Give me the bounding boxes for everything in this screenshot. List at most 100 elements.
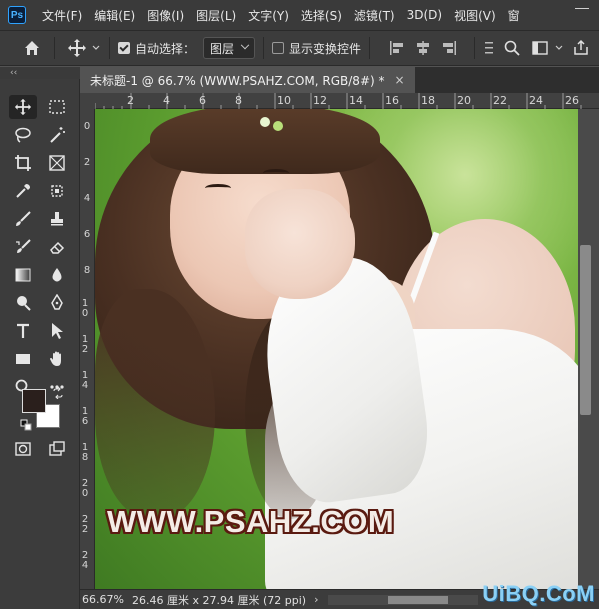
- vertical-ruler[interactable]: 0 2 4 6 8 1 0 1 2 1 4 1 6 1 8 2 0 2 2 2 …: [80, 109, 95, 589]
- horizontal-scrollbar-thumb[interactable]: [388, 595, 449, 604]
- brush-tool-icon[interactable]: [9, 207, 37, 231]
- eyedropper-tool-icon[interactable]: [9, 179, 37, 203]
- magic-wand-tool-icon[interactable]: [43, 123, 71, 147]
- menu-window[interactable]: 窗: [502, 7, 526, 24]
- search-icon[interactable]: [503, 39, 521, 57]
- path-select-tool-icon[interactable]: [43, 319, 71, 343]
- menu-3d[interactable]: 3D(D): [401, 8, 448, 22]
- separator: [263, 37, 265, 59]
- home-button[interactable]: [18, 35, 46, 61]
- align-right-icon[interactable]: [440, 39, 458, 57]
- hand-tool-icon[interactable]: [43, 347, 71, 371]
- align-controls: [388, 39, 466, 57]
- ruler-label: 0: [83, 121, 91, 132]
- dodge-tool-icon[interactable]: [9, 291, 37, 315]
- ruler-label: 2 0: [81, 478, 89, 499]
- ruler-label: 1 4: [81, 370, 89, 391]
- menu-select[interactable]: 选择(S): [295, 7, 348, 24]
- document-size: 26.46 厘米 x 27.94 厘米 (72 ppi): [132, 593, 307, 607]
- move-icon: [68, 39, 86, 57]
- ruler-label: 1 8: [81, 442, 89, 463]
- auto-select-checkbox[interactable]: [118, 42, 130, 54]
- menu-file[interactable]: 文件(F): [36, 7, 88, 24]
- vertical-scrollbar-thumb[interactable]: [580, 245, 591, 415]
- canvas-watermark-text: WWW.PSAHZ.COM: [107, 504, 395, 539]
- separator: [54, 37, 55, 59]
- horizontal-scrollbar[interactable]: [328, 594, 479, 605]
- photoshop-logo-icon: Ps: [8, 6, 26, 24]
- ruler-label: 20: [457, 94, 471, 107]
- ruler-label: 18: [421, 94, 435, 107]
- foreground-color-swatch[interactable]: [22, 389, 46, 413]
- ruler-label: 16: [385, 94, 399, 107]
- ruler-label: 6: [83, 229, 91, 240]
- screen-mode-icon[interactable]: [43, 437, 71, 461]
- menu-edit[interactable]: 编辑(E): [88, 7, 141, 24]
- show-transform-checkbox[interactable]: [272, 42, 285, 54]
- minimize-icon[interactable]: [575, 8, 589, 9]
- ruler-label: 2: [83, 157, 91, 168]
- swap-colors-icon[interactable]: [52, 387, 64, 399]
- crop-tool-icon[interactable]: [9, 151, 37, 175]
- show-transform-label: 显示变换控件: [289, 41, 362, 56]
- document-tab[interactable]: 未标题-1 @ 66.7% (WWW.PSAHZ.COM, RGB/8#) * …: [80, 67, 415, 93]
- marquee-tool-icon[interactable]: [43, 95, 71, 119]
- close-icon[interactable]: ×: [395, 73, 405, 87]
- auto-select-label: 自动选择：: [135, 41, 196, 56]
- ruler-label: 12: [313, 94, 327, 107]
- align-left-icon[interactable]: [388, 39, 406, 57]
- ruler-label: 4: [83, 193, 91, 204]
- patch-tool-icon[interactable]: [43, 179, 71, 203]
- workspace-icon[interactable]: [531, 39, 551, 57]
- gradient-tool-icon[interactable]: [9, 263, 37, 287]
- ruler-label: 26: [565, 94, 579, 107]
- brand-overlay-text: UiBQ.CoM: [482, 581, 595, 606]
- ruler-label: 10: [277, 94, 291, 107]
- frame-tool-icon[interactable]: [43, 151, 71, 175]
- ruler-label: 1 6: [81, 406, 89, 427]
- eraser-tool-icon[interactable]: [43, 235, 71, 259]
- menu-filter[interactable]: 滤镜(T): [348, 7, 401, 24]
- move-tool-preset-button[interactable]: [67, 38, 101, 58]
- document-canvas[interactable]: WWW.PSAHZ.COM: [95, 109, 578, 589]
- ruler-ticks: [95, 93, 582, 109]
- photo-hand: [245, 189, 355, 299]
- share-icon[interactable]: [572, 39, 590, 57]
- ruler-label: 6: [199, 94, 206, 107]
- pen-tool-icon[interactable]: [43, 291, 71, 315]
- auto-select-target-dropdown[interactable]: 图层: [203, 37, 256, 59]
- distribute-icon[interactable]: [483, 39, 501, 57]
- ruler-label: 8: [235, 94, 242, 107]
- ruler-label: 8: [83, 265, 91, 276]
- menu-image[interactable]: 图像(I): [141, 7, 190, 24]
- separator: [474, 37, 476, 59]
- menu-layer[interactable]: 图层(L): [190, 7, 242, 24]
- chevron-down-icon[interactable]: [554, 43, 564, 53]
- ruler-label: 1 2: [81, 334, 89, 355]
- menu-type[interactable]: 文字(Y): [242, 7, 295, 24]
- lasso-tool-icon[interactable]: [9, 123, 37, 147]
- ruler-label: 14: [349, 94, 363, 107]
- ruler-label: 24: [529, 94, 543, 107]
- history-brush-tool-icon[interactable]: [9, 235, 37, 259]
- auto-select-target-value: 图层: [210, 41, 235, 56]
- rectangle-tool-icon[interactable]: [9, 347, 37, 371]
- type-tool-icon[interactable]: [9, 319, 37, 343]
- default-colors-icon[interactable]: [20, 419, 32, 431]
- chevron-down-icon: [240, 40, 250, 50]
- stamp-tool-icon[interactable]: [43, 207, 71, 231]
- toolbar-collapse-button[interactable]: ‹‹: [0, 67, 80, 79]
- horizontal-ruler[interactable]: 2 4 6 8 10 12 14 16 18 20 22 24 26: [95, 93, 599, 109]
- document-tab-bar: 未标题-1 @ 66.7% (WWW.PSAHZ.COM, RGB/8#) * …: [80, 67, 599, 93]
- zoom-level[interactable]: 66.67%: [82, 593, 126, 606]
- status-menu-arrow-icon[interactable]: ›: [314, 593, 318, 606]
- move-tool-icon[interactable]: [9, 95, 37, 119]
- ruler-label: 2 2: [81, 514, 89, 535]
- align-center-icon[interactable]: [414, 39, 432, 57]
- quick-mask-icon[interactable]: [9, 437, 37, 461]
- ruler-corner[interactable]: [80, 93, 95, 109]
- menu-view[interactable]: 视图(V): [448, 7, 502, 24]
- separator: [109, 37, 110, 59]
- blur-tool-icon[interactable]: [43, 263, 71, 287]
- chevron-down-icon: [92, 45, 100, 50]
